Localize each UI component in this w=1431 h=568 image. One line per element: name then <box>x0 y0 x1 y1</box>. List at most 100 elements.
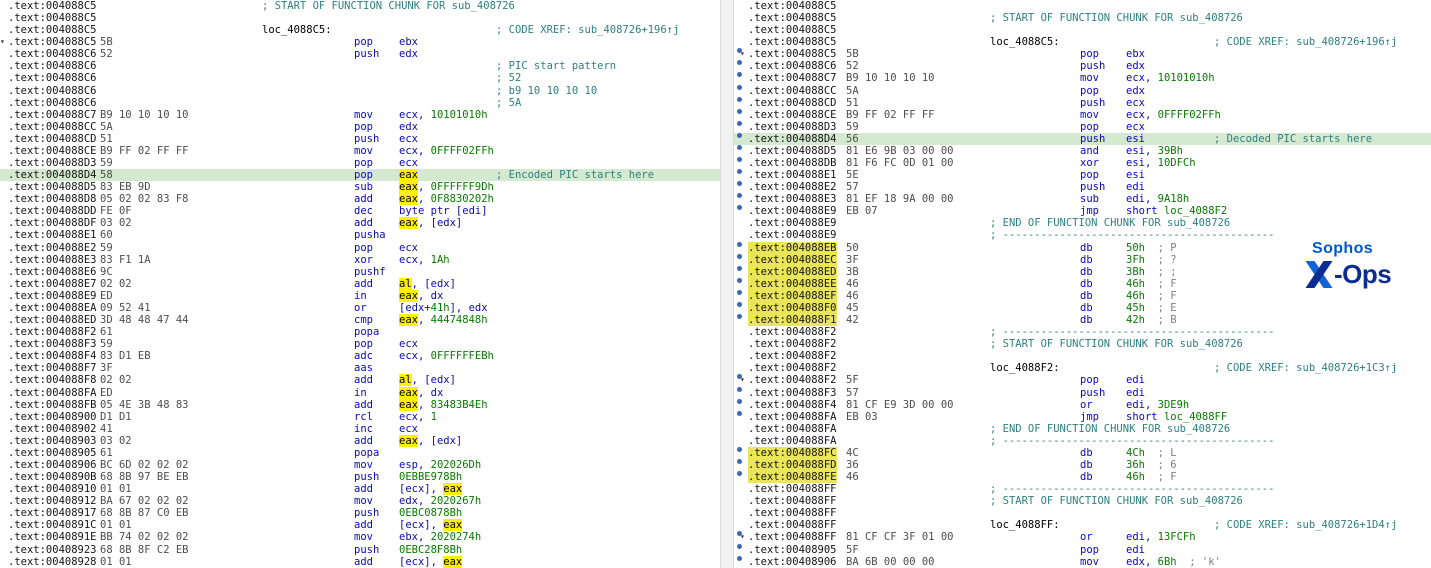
asm-line[interactable]: .text:0040891C01 01add[ecx], eax <box>0 519 720 531</box>
asm-line[interactable]: .text:004088FF; START OF FUNCTION CHUNK … <box>734 495 1431 507</box>
asm-line[interactable]: .text:004088F261popa <box>0 326 720 338</box>
asm-line[interactable]: .text:0040891001 01add[ecx], eax <box>0 483 720 495</box>
asm-line[interactable]: .text:004088E9; END OF FUNCTION CHUNK FO… <box>734 217 1431 229</box>
asm-line[interactable]: .text:004088FE46db46h ; F <box>734 471 1431 483</box>
asm-line[interactable]: .text:004088C5 <box>734 24 1431 36</box>
asm-line[interactable]: .text:0040891768 8B 87 C0 EBpush0EBC0878… <box>0 507 720 519</box>
asm-line[interactable]: .text:004088FC4Cdb4Ch ; L <box>734 447 1431 459</box>
asm-line[interactable]: ▾.text:004088C55Bpopebx <box>0 36 720 48</box>
asm-line[interactable]: .text:004089055Fpopedi <box>734 544 1431 556</box>
asm-line[interactable]: .text:004088D583 EB 9Dsubeax, 0FFFFFF9Dh <box>0 181 720 193</box>
asm-line[interactable]: .text:004088F359popecx <box>0 338 720 350</box>
asm-line[interactable]: .text:004088E257pushedi <box>734 181 1431 193</box>
asm-line[interactable]: .text:0040892801 01add[ecx], eax <box>0 556 720 568</box>
asm-line[interactable]: .text:004088D458popeax; Encoded PIC star… <box>0 169 720 181</box>
asm-line[interactable]: .text:004088E381 EF 18 9A 00 00subedi, 9… <box>734 193 1431 205</box>
asm-line[interactable]: .text:004088C7B9 10 10 10 10movecx, 1010… <box>0 109 720 121</box>
asm-line[interactable]: .text:004088CC5Apopedx <box>0 121 720 133</box>
disasm-panel-encoded[interactable]: .text:004088C5; START OF FUNCTION CHUNK … <box>0 0 720 568</box>
address: .text:004088E6 <box>8 266 97 278</box>
asm-line[interactable]: .text:004088FAEDineax, dx <box>0 387 720 399</box>
asm-line[interactable]: .text:004088FA; END OF FUNCTION CHUNK FO… <box>734 423 1431 435</box>
asm-line[interactable]: .text:004088EF46db46h ; F <box>734 290 1431 302</box>
asm-line[interactable]: .text:004088FF; ------------------------… <box>734 483 1431 495</box>
asm-line[interactable]: .text:004088FD36db36h ; 6 <box>734 459 1431 471</box>
asm-line[interactable]: .text:004088C5; START OF FUNCTION CHUNK … <box>734 12 1431 24</box>
asm-line[interactable]: .text:004088C5loc_4088C5:; CODE XREF: su… <box>734 36 1431 48</box>
asm-line[interactable]: .text:0040890241incecx <box>0 423 720 435</box>
collapse-arrow-icon[interactable]: ▾ <box>740 374 745 386</box>
asm-line[interactable]: .text:004088F2 <box>734 350 1431 362</box>
asm-line[interactable]: .text:004088EA09 52 41or[edx+41h], edx <box>0 302 720 314</box>
asm-line[interactable]: .text:004088C652pushedx <box>0 48 720 60</box>
asm-line[interactable]: .text:004088E383 F1 1Axorecx, 1Ah <box>0 254 720 266</box>
asm-line[interactable]: .text:004088F045db45h ; E <box>734 302 1431 314</box>
asm-line[interactable]: .text:004088FFloc_4088FF:; CODE XREF: su… <box>734 519 1431 531</box>
asm-line[interactable]: .text:00408906BC 6D 02 02 02movesp, 2020… <box>0 459 720 471</box>
asm-line[interactable]: .text:004088E259popecx <box>0 242 720 254</box>
asm-line[interactable]: .text:004088E15Epopesi <box>734 169 1431 181</box>
asm-line[interactable]: .text:004088F2loc_4088F2:; CODE XREF: su… <box>734 362 1431 374</box>
asm-line[interactable]: .text:004088C6; b9 10 10 10 10 <box>0 85 720 97</box>
asm-line[interactable]: .text:004088D456pushesi; Decoded PIC sta… <box>734 133 1431 145</box>
asm-line[interactable]: .text:004088E9EDineax, dx <box>0 290 720 302</box>
asm-line[interactable]: .text:0040892368 8B 8F C2 EBpush0EBC28F8… <box>0 544 720 556</box>
mnemonic: pop <box>354 242 373 254</box>
mnemonic: pop <box>354 157 373 169</box>
asm-line[interactable]: .text:004088CD51pushecx <box>0 133 720 145</box>
scrollbar[interactable] <box>720 0 734 568</box>
asm-line[interactable]: .text:00408906BA 6B 00 00 00movedx, 6Bh … <box>734 556 1431 568</box>
disasm-panel-decoded[interactable]: Sophos -Ops .text:004088C5.text:004088C5… <box>734 0 1431 568</box>
asm-line[interactable]: .text:004088F142db42h ; B <box>734 314 1431 326</box>
asm-line[interactable]: .text:004088CEB9 FF 02 FF FFmovecx, 0FFF… <box>0 145 720 157</box>
asm-line[interactable]: .text:004088F2; ------------------------… <box>734 326 1431 338</box>
asm-line[interactable]: .text:004088D359popecx <box>0 157 720 169</box>
asm-line[interactable]: .text:004088DF03 02addeax, [edx] <box>0 217 720 229</box>
collapse-arrow-icon[interactable]: ▾ <box>0 36 5 48</box>
asm-line[interactable]: .text:004088F357pushedi <box>734 387 1431 399</box>
asm-line[interactable]: .text:004088F802 02addal, [edx] <box>0 374 720 386</box>
asm-line[interactable]: .text:004088F481 CF E9 3D 00 00oredi, 3D… <box>734 399 1431 411</box>
asm-line[interactable]: .text:004088C6; PIC start pattern <box>0 60 720 72</box>
asm-line[interactable]: .text:0040890B68 8B 97 BE EBpush0EBBE978… <box>0 471 720 483</box>
asm-line[interactable]: .text:004088C6; 52 <box>0 72 720 84</box>
asm-line[interactable]: .text:004088FF <box>734 507 1431 519</box>
collapse-arrow-icon[interactable]: ▾ <box>740 531 745 543</box>
collapse-arrow-icon[interactable]: ▾ <box>740 48 745 60</box>
asm-line[interactable]: .text:00408900D1 D1rclecx, 1 <box>0 411 720 423</box>
asm-line[interactable]: .text:004088E702 02addal, [edx] <box>0 278 720 290</box>
asm-line[interactable]: .text:004088C5loc_4088C5:; CODE XREF: su… <box>0 24 720 36</box>
asm-line[interactable]: .text:004088FA; ------------------------… <box>734 435 1431 447</box>
asm-line[interactable]: ▾.text:004088FF81 CF CF 3F 01 00oredi, 1… <box>734 531 1431 543</box>
asm-line[interactable]: .text:004088E9EB 07jmpshort loc_4088F2 <box>734 205 1431 217</box>
asm-line[interactable]: .text:004088FB05 4E 3B 48 83addeax, 8348… <box>0 399 720 411</box>
asm-line[interactable]: ▾.text:004088C55Bpopebx <box>734 48 1431 60</box>
asm-line[interactable]: .text:004088DB81 F6 FC 0D 01 00xoresi, 1… <box>734 157 1431 169</box>
asm-line[interactable]: .text:004088F73Faas <box>0 362 720 374</box>
asm-line[interactable]: .text:004088C7B9 10 10 10 10movecx, 1010… <box>734 72 1431 84</box>
address: .text:0040891E <box>8 531 97 543</box>
asm-line[interactable]: .text:004088C5 <box>0 12 720 24</box>
asm-line[interactable]: .text:0040890303 02addeax, [edx] <box>0 435 720 447</box>
asm-line[interactable]: .text:004088F2; START OF FUNCTION CHUNK … <box>734 338 1431 350</box>
asm-line[interactable]: .text:004088F483 D1 EBadcecx, 0FFFFFFEBh <box>0 350 720 362</box>
asm-line[interactable]: .text:004088E69Cpushf <box>0 266 720 278</box>
asm-line[interactable]: ▾.text:004088F25Fpopedi <box>734 374 1431 386</box>
asm-line[interactable]: .text:00408912BA 67 02 02 02movedx, 2020… <box>0 495 720 507</box>
asm-line[interactable]: .text:004088ED3D 48 48 47 44cmpeax, 4447… <box>0 314 720 326</box>
asm-line[interactable]: .text:004088D581 E6 9B 03 00 00andesi, 3… <box>734 145 1431 157</box>
asm-line[interactable]: .text:004088CC5Apopedx <box>734 85 1431 97</box>
asm-line[interactable]: .text:004088CD51pushecx <box>734 97 1431 109</box>
asm-line[interactable]: .text:004088D805 02 02 83 F8addeax, 0F88… <box>0 193 720 205</box>
asm-line[interactable]: .text:004088C652pushedx <box>734 60 1431 72</box>
asm-line[interactable]: .text:0040891EBB 74 02 02 02movebx, 2020… <box>0 531 720 543</box>
asm-line[interactable]: .text:004088CEB9 FF 02 FF FFmovecx, 0FFF… <box>734 109 1431 121</box>
asm-line[interactable]: .text:004088C5 <box>734 0 1431 12</box>
asm-line[interactable]: .text:004088E160pusha <box>0 229 720 241</box>
asm-line[interactable]: .text:004088D359popecx <box>734 121 1431 133</box>
asm-line[interactable]: .text:004088C6; 5A <box>0 97 720 109</box>
asm-line[interactable]: .text:0040890561popa <box>0 447 720 459</box>
asm-line[interactable]: .text:004088DDFE 0Fdecbyte ptr [edi] <box>0 205 720 217</box>
asm-line[interactable]: .text:004088FAEB 03jmpshort loc_4088FF <box>734 411 1431 423</box>
asm-line[interactable]: .text:004088C5; START OF FUNCTION CHUNK … <box>0 0 720 12</box>
